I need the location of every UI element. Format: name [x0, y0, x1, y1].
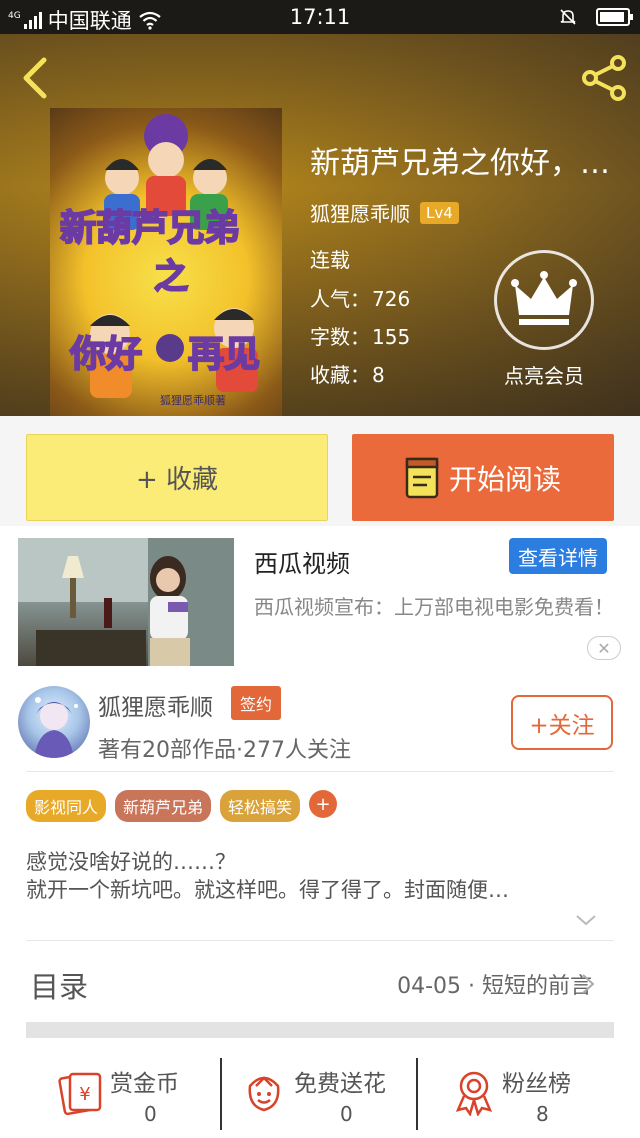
crown-icon — [494, 250, 594, 350]
ad-close-button[interactable]: ✕ — [587, 636, 621, 660]
medal-icon — [455, 1071, 493, 1116]
intro-line: 就开一个新坑吧。就这样吧。得了得了。封面随便… — [26, 878, 509, 902]
back-button[interactable] — [16, 56, 56, 100]
cover-art: 新葫芦兄弟 之 你好 再见 狐狸愿乖顺著 — [59, 114, 261, 407]
intro-line: 感觉没啥好说的……？ — [26, 850, 236, 874]
reward-label: 粉丝榜 — [502, 1071, 571, 1097]
svg-text:¥: ¥ — [79, 1084, 90, 1105]
start-reading-label: 开始阅读 — [448, 462, 561, 496]
cover-title-text-4: 再见 — [188, 333, 260, 375]
ad-details-button[interactable]: 查看详情 — [509, 538, 607, 574]
table-of-contents-row[interactable]: 目录 04-05 · 短短的前言 — [0, 948, 640, 1020]
battery-icon — [596, 8, 633, 26]
ad-description: 西瓜视频宣布：上万部电视电影免费看！ — [254, 595, 614, 619]
expand-chevron-icon[interactable] — [574, 908, 598, 932]
status-time: 17:11 — [289, 5, 351, 29]
favorites-label: 收藏： — [310, 363, 370, 387]
popularity-value: 726 — [372, 287, 411, 311]
reward-flower-button[interactable]: 免费送花 0 — [222, 1050, 416, 1138]
flower-icon — [248, 1076, 280, 1112]
ad-title: 西瓜视频 — [254, 550, 350, 578]
author-name[interactable]: 狐狸愿乖顺 — [98, 688, 213, 722]
favorites-stat: 收藏： 8 — [310, 359, 385, 388]
share-button[interactable] — [580, 54, 628, 102]
status-right — [558, 7, 633, 27]
ad-image[interactable] — [18, 538, 234, 666]
divider — [26, 940, 614, 941]
add-tag-button[interactable]: + — [309, 790, 338, 818]
cover-title-text-2: 之 — [154, 257, 188, 297]
reward-fans-button[interactable]: 粉丝榜 8 — [418, 1050, 640, 1138]
word-count-stat: 字数： 155 — [310, 321, 410, 350]
follow-button[interactable]: +关注 — [511, 695, 613, 750]
reward-gold-button[interactable]: ¥ 赏金币 0 — [0, 1050, 220, 1138]
tag-item[interactable]: 影视同人 — [26, 790, 107, 822]
tag-list: 影视同人 新葫芦兄弟 轻松搞笑 + — [26, 790, 338, 822]
gold-coin-icon: ¥ — [58, 1072, 102, 1116]
level-badge: Lv4 — [420, 201, 459, 224]
book-header: 新葫芦兄弟 之 你好 再见 狐狸愿乖顺著 新葫芦兄弟之你好，… 狐狸愿乖顺 Lv… — [0, 34, 640, 416]
author-stats: 著有20部作品·277人关注 — [98, 738, 351, 763]
tag-item[interactable]: 轻松搞笑 — [220, 790, 301, 822]
favorites-value: 8 — [372, 363, 385, 387]
vip-button[interactable]: 点亮会员 — [492, 250, 596, 389]
cover-title-text: 新葫芦兄弟 — [60, 207, 240, 249]
book-intro[interactable]: 感觉没啥好说的……？ 就开一个新坑吧。就这样吧。得了得了。封面随便… — [26, 848, 596, 904]
popularity-label: 人气： — [310, 287, 370, 311]
author-card[interactable]: 狐狸愿乖顺 签约 著有20部作品·277人关注 +关注 — [0, 678, 640, 770]
popularity-stat: 人气： 726 — [310, 283, 410, 312]
book-title: 新葫芦兄弟之你好，… — [310, 146, 610, 181]
vip-label: 点亮会员 — [504, 364, 584, 388]
reward-label: 免费送花 — [294, 1071, 386, 1097]
words-label: 字数： — [310, 325, 370, 349]
start-reading-button[interactable]: 开始阅读 — [352, 434, 614, 521]
reward-count: 8 — [536, 1102, 549, 1126]
book-cover[interactable]: 新葫芦兄弟 之 你好 再见 狐狸愿乖顺著 — [50, 108, 282, 416]
book-icon — [405, 457, 439, 498]
toc-title: 目录 — [30, 970, 89, 1004]
chevron-right-icon — [582, 974, 595, 994]
reward-count: 0 — [144, 1102, 157, 1126]
cover-title-text-3: 你好 — [69, 333, 142, 375]
signed-badge: 签约 — [231, 686, 282, 720]
book-status: 连载 — [310, 248, 350, 272]
mute-bell-icon — [560, 9, 576, 25]
tag-item[interactable]: 新葫芦兄弟 — [115, 790, 212, 822]
book-author[interactable]: 狐狸愿乖顺 — [310, 198, 410, 227]
section-spacer — [26, 1022, 614, 1038]
reward-count: 0 — [340, 1102, 353, 1126]
divider — [26, 771, 614, 772]
latest-chapter: 04-05 · 短短的前言 — [397, 974, 592, 999]
cover-credit: 狐狸愿乖顺著 — [160, 393, 226, 407]
reward-bar: ¥ 赏金币 0 免费送花 0 粉丝榜 8 — [0, 1050, 640, 1138]
status-bar: 4G 中国联通 17:11 — [0, 0, 640, 34]
action-bar: + 收藏 开始阅读 — [0, 416, 640, 526]
reward-label: 赏金币 — [110, 1071, 179, 1097]
ad-banner[interactable]: 西瓜视频 查看详情 西瓜视频宣布：上万部电视电影免费看！ ✕ — [0, 530, 640, 676]
author-row: 狐狸愿乖顺 Lv4 — [310, 198, 459, 227]
words-value: 155 — [372, 325, 411, 349]
collect-button[interactable]: + 收藏 — [26, 434, 328, 521]
avatar[interactable] — [18, 686, 90, 758]
